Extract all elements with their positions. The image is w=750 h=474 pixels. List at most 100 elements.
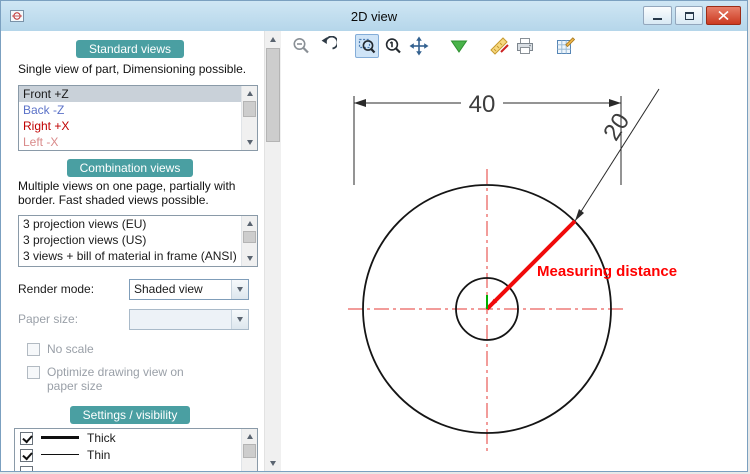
- scrollbar-track[interactable]: [265, 47, 281, 455]
- combination-views-description: Multiple views on one page, partially wi…: [18, 179, 254, 207]
- list-item-back-z[interactable]: Back -Z: [19, 102, 241, 118]
- paper-size-combobox: [129, 309, 249, 330]
- titlebar[interactable]: 2D view: [1, 1, 747, 31]
- combination-views-header: Combination views: [67, 159, 194, 177]
- settings-visibility-header: Settings / visibility: [70, 406, 191, 424]
- arrow-up-icon: [247, 221, 253, 226]
- drawing-settings-icon: [555, 36, 575, 56]
- optimize-checkbox: [27, 366, 40, 379]
- view-direction-icon: [449, 36, 469, 56]
- zoom-out-button[interactable]: [289, 34, 313, 58]
- thick-checkbox[interactable]: [20, 432, 33, 445]
- list-item-thick[interactable]: Thick: [15, 429, 241, 446]
- scrollbar-thumb[interactable]: [243, 444, 256, 458]
- undo-icon: [317, 36, 337, 56]
- line-visibility-list: Thick Thin: [14, 428, 258, 471]
- listbox-scrollbar: [241, 429, 257, 471]
- scroll-up-button[interactable]: [242, 429, 257, 444]
- arrow-down-icon: [247, 140, 253, 145]
- thin-label: Thin: [87, 448, 110, 462]
- close-icon: [718, 11, 729, 20]
- scrollbar-thumb[interactable]: [243, 101, 256, 117]
- measure-distance-label: Measuring distance: [537, 263, 677, 280]
- scroll-up-button[interactable]: [242, 216, 257, 231]
- scrollbar-thumb[interactable]: [266, 48, 280, 142]
- minimize-icon: [653, 18, 662, 20]
- no-scale-label: No scale: [47, 342, 94, 356]
- combination-views-header-row: Combination views: [1, 159, 259, 177]
- paper-size-label: Paper size:: [18, 309, 78, 330]
- drawing-area: 40 20 Measuring distance: [281, 31, 747, 471]
- standard-views-listbox: Front +Z Back -Z Right +X Left -X: [18, 85, 258, 151]
- zoom-window-icon: [357, 36, 377, 56]
- render-mode-combobox[interactable]: Shaded view: [129, 279, 249, 300]
- print-button[interactable]: [513, 34, 537, 58]
- zoom-window-button[interactable]: [355, 34, 379, 58]
- measure-button[interactable]: [487, 34, 511, 58]
- thin-line-sample: [41, 454, 79, 455]
- list-item-front-z[interactable]: Front +Z: [19, 86, 241, 102]
- drawing-canvas[interactable]: 40 20 Measuring distance: [281, 61, 747, 471]
- dropdown-button[interactable]: [231, 310, 248, 329]
- scrollbar-track[interactable]: [242, 444, 257, 471]
- drawing-settings-button[interactable]: [553, 34, 577, 58]
- chevron-down-icon: [237, 287, 243, 292]
- zoom-out-icon: [291, 36, 311, 56]
- list-item-left-x[interactable]: Left -X: [19, 134, 241, 150]
- settings-visibility-header-row: Settings / visibility: [1, 406, 259, 424]
- zoom-1to1-button[interactable]: [381, 34, 405, 58]
- arrow-up-icon: [270, 37, 276, 42]
- scroll-down-button[interactable]: [265, 455, 281, 471]
- print-icon: [515, 36, 535, 56]
- optimize-label: Optimize drawing view on paper size: [47, 365, 197, 393]
- undo-button[interactable]: [315, 34, 339, 58]
- scrollbar-thumb[interactable]: [243, 231, 256, 243]
- close-button[interactable]: [706, 6, 741, 25]
- drawing-toolbar: [281, 31, 747, 61]
- list-item-3-views-eu[interactable]: 3 projection views (EU): [19, 216, 241, 232]
- maximize-icon: [685, 12, 694, 20]
- dimension-20-label: 20: [598, 108, 635, 145]
- list-item-thin[interactable]: Thin: [15, 446, 241, 463]
- scrollbar-track[interactable]: [242, 231, 257, 251]
- arrow-up-icon: [247, 434, 253, 439]
- combination-views-listbox: 3 projection views (EU) 3 projection vie…: [18, 215, 258, 267]
- list-item-partial[interactable]: [15, 463, 241, 471]
- pan-button[interactable]: [407, 34, 431, 58]
- scroll-up-button[interactable]: [265, 31, 281, 47]
- listbox-scrollbar: [241, 216, 257, 266]
- standard-views-header: Standard views: [76, 40, 184, 58]
- scrollbar-track[interactable]: [242, 101, 257, 135]
- partial-checkbox[interactable]: [20, 466, 33, 472]
- view-direction-button[interactable]: [447, 34, 471, 58]
- standard-views-header-row: Standard views: [1, 40, 259, 58]
- scroll-down-button[interactable]: [242, 135, 257, 150]
- chevron-down-icon: [237, 317, 243, 322]
- view-options-panel: Standard views Single view of part, Dime…: [1, 31, 281, 471]
- no-scale-checkbox: [27, 343, 40, 356]
- zoom-1to1-icon: [383, 36, 403, 56]
- dropdown-button[interactable]: [231, 280, 248, 299]
- window-2d-view: 2D view Standard views Single view of pa…: [0, 0, 748, 472]
- window-title: 2D view: [1, 9, 747, 24]
- list-item-right-x[interactable]: Right +X: [19, 118, 241, 134]
- pan-icon: [409, 36, 429, 56]
- paper-size-value: [130, 310, 231, 329]
- no-scale-option: No scale: [27, 342, 94, 356]
- measure-icon: [489, 36, 509, 56]
- thick-line-sample: [41, 436, 79, 439]
- window-controls: [643, 6, 741, 25]
- dimension-20: 20: [575, 89, 659, 221]
- thin-checkbox[interactable]: [20, 449, 33, 462]
- maximize-button[interactable]: [675, 6, 703, 25]
- centerlines: [348, 169, 626, 453]
- listbox-scrollbar: [241, 86, 257, 150]
- list-item-3-views-ansi[interactable]: 3 views + bill of material in frame (ANS…: [19, 248, 241, 264]
- optimize-option: Optimize drawing view on paper size: [27, 365, 227, 393]
- arrow-down-icon: [270, 461, 276, 466]
- scroll-down-button[interactable]: [242, 251, 257, 266]
- scroll-up-button[interactable]: [242, 86, 257, 101]
- thick-label: Thick: [87, 431, 116, 445]
- minimize-button[interactable]: [643, 6, 672, 25]
- list-item-3-views-us[interactable]: 3 projection views (US): [19, 232, 241, 248]
